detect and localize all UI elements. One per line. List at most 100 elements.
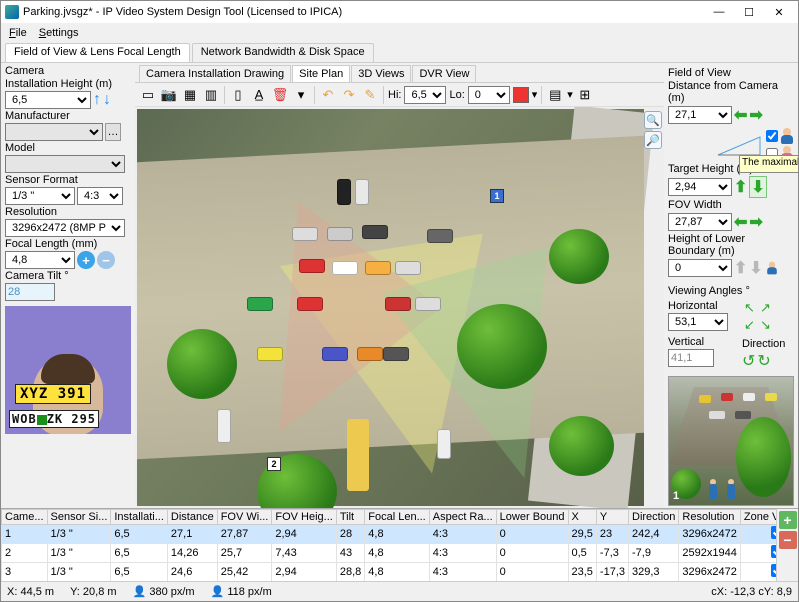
rotate-cw-icon[interactable]: ↻ (757, 351, 770, 371)
tool-layers-icon[interactable]: ▤ (546, 86, 564, 104)
license-plate-2: WOBZK 295 (9, 410, 99, 428)
col-header[interactable]: Sensor Si... (47, 510, 111, 525)
manufacturer-browse-button[interactable]: … (105, 123, 121, 141)
focal-increase-button[interactable]: + (77, 251, 95, 269)
tab-3d-views[interactable]: 3D Views (351, 65, 411, 82)
3d-preview: 1 (668, 376, 794, 506)
remove-row-button[interactable]: − (779, 531, 797, 549)
col-header[interactable]: Y (596, 510, 628, 525)
tab-dvr-view[interactable]: DVR View (412, 65, 476, 82)
distance-left-icon[interactable]: ⬅ (734, 105, 747, 125)
tool-wall-icon[interactable]: ▦ (181, 86, 199, 104)
col-header[interactable]: Aspect Ra... (429, 510, 496, 525)
sensor-size-select[interactable]: 1/3 " (5, 187, 75, 205)
camera-table[interactable]: Came...Sensor Si...Installati...Distance… (1, 509, 776, 581)
angle-quad-buttons[interactable]: ↖↗ ↙↘ (742, 300, 776, 333)
tool-delete-icon[interactable]: 🗑 (271, 86, 289, 104)
tab-bandwidth-disk[interactable]: Network Bandwidth & Disk Space (192, 43, 374, 62)
tool-column-icon[interactable]: ▯ (229, 86, 247, 104)
fovw-right-icon[interactable]: ➡ (749, 212, 762, 232)
table-row[interactable]: 21/3 "6,514,2625,77,43434,84:300,5-7,3-7… (2, 544, 777, 563)
target-up-icon[interactable]: ⬆ (734, 177, 747, 197)
minimize-button[interactable]: — (704, 2, 734, 22)
layers-dropdown-icon[interactable]: ▾ (567, 88, 573, 101)
status-px1: 👤 380 px/m (133, 585, 195, 598)
site-plan-canvas-wrap: 2 3 1 🔍 🔎 (135, 107, 664, 508)
license-plate-1: XYZ 391 (15, 384, 91, 404)
resolution-select[interactable]: 3296x2472 (8MP Pro) (5, 219, 125, 237)
tool-door-icon[interactable]: ▥ (202, 86, 220, 104)
col-header[interactable]: Focal Len... (365, 510, 429, 525)
app-icon (5, 5, 19, 19)
horizontal-angle-select[interactable]: 53,1 (668, 313, 728, 331)
fov-panel: Field of View Distance from Camera (m) 2… (664, 63, 798, 508)
col-header[interactable]: FOV Wi... (217, 510, 272, 525)
tool-camera-icon[interactable]: 📷 (160, 86, 178, 104)
col-header[interactable]: Distance (167, 510, 217, 525)
hlb-up-icon[interactable]: ⬆ (734, 258, 747, 278)
camera-marker-1[interactable]: 1 (490, 189, 504, 203)
zoom-out-button[interactable]: 🔎 (644, 131, 662, 149)
camera-marker-2[interactable]: 2 (267, 457, 281, 471)
menu-settings[interactable]: Settings (35, 26, 83, 40)
hi-select[interactable]: 6,5 (404, 86, 446, 104)
menu-file[interactable]: File (5, 26, 31, 40)
fov-width-select[interactable]: 27,87 (668, 213, 732, 231)
zoom-in-button[interactable]: 🔍 (644, 111, 662, 129)
hlb-down-icon[interactable]: ⬇ (749, 258, 762, 278)
camera-tilt-field[interactable] (5, 283, 55, 301)
model-select[interactable] (5, 155, 125, 173)
table-row[interactable]: 31/3 "6,524,625,422,9428,84,84:3023,5-17… (2, 563, 777, 582)
maximize-button[interactable]: ☐ (734, 2, 764, 22)
bottom-area: Came...Sensor Si...Installati...Distance… (1, 508, 798, 601)
col-header[interactable]: FOV Heig... (272, 510, 336, 525)
col-header[interactable]: X (568, 510, 596, 525)
site-plan-canvas[interactable]: 2 3 1 (137, 109, 644, 506)
tab-fov-lens[interactable]: Field of View & Lens Focal Length (5, 43, 190, 62)
fovw-left-icon[interactable]: ⬅ (734, 212, 747, 232)
col-header[interactable]: Lower Bound (496, 510, 568, 525)
distance-label: Distance from Camera (m) (668, 80, 794, 104)
col-header[interactable]: Zone Visibility (740, 510, 776, 525)
vertical-angle-field (668, 349, 714, 367)
color-dropdown-icon[interactable]: ▾ (532, 88, 538, 101)
aspect-ratio-select[interactable]: 4:3 (77, 187, 123, 205)
height-down-icon[interactable]: ↓ (103, 91, 111, 109)
add-row-button[interactable]: + (779, 511, 797, 529)
tab-cam-drawing[interactable]: Camera Installation Drawing (139, 65, 291, 82)
target-man-checkbox[interactable] (766, 130, 778, 142)
col-header[interactable]: Direction (629, 510, 679, 525)
camera-group-label: Camera (5, 65, 131, 77)
col-header[interactable]: Tilt (336, 510, 364, 525)
tool-redo-icon[interactable]: ↷ (340, 86, 358, 104)
tool-snap-icon[interactable]: ⊞ (576, 86, 594, 104)
expand-ne-icon: ↗ (758, 300, 773, 316)
height-up-icon[interactable]: ↑ (93, 91, 101, 109)
tool-text-icon[interactable]: A̲ (250, 86, 268, 104)
tool-select-icon[interactable]: ▭ (139, 86, 157, 104)
col-header[interactable]: Resolution (679, 510, 740, 525)
install-height-select[interactable]: 6,5 (5, 91, 91, 109)
color-picker[interactable] (513, 87, 529, 103)
manufacturer-select[interactable] (5, 123, 103, 141)
table-row[interactable]: 11/3 "6,527,127,872,94284,84:3029,523242… (2, 525, 777, 544)
status-x: X: 44,5 m (7, 586, 54, 598)
target-height-select[interactable]: 2,94 (668, 178, 732, 196)
tool-highlight-icon[interactable]: ✎ (361, 86, 379, 104)
hlb-select[interactable]: 0 (668, 259, 732, 277)
expand-sw-icon: ↙ (742, 317, 757, 333)
lo-select[interactable]: 0 (468, 86, 510, 104)
focal-decrease-button[interactable]: − (97, 251, 115, 269)
distance-select[interactable]: 27,1 (668, 106, 732, 124)
col-header[interactable]: Came... (2, 510, 48, 525)
target-down-icon[interactable]: ⬇ (749, 176, 766, 198)
tool-dropdown-icon[interactable]: ▾ (292, 86, 310, 104)
close-button[interactable]: ✕ (764, 2, 794, 22)
focal-length-select[interactable]: 4,8 (5, 251, 75, 269)
tab-site-plan[interactable]: Site Plan (292, 65, 350, 82)
distance-right-icon[interactable]: ➡ (749, 105, 762, 125)
horizontal-label: Horizontal (668, 300, 728, 312)
col-header[interactable]: Installati... (111, 510, 168, 525)
tool-undo-icon[interactable]: ↶ (319, 86, 337, 104)
rotate-ccw-icon[interactable]: ↺ (742, 351, 755, 371)
